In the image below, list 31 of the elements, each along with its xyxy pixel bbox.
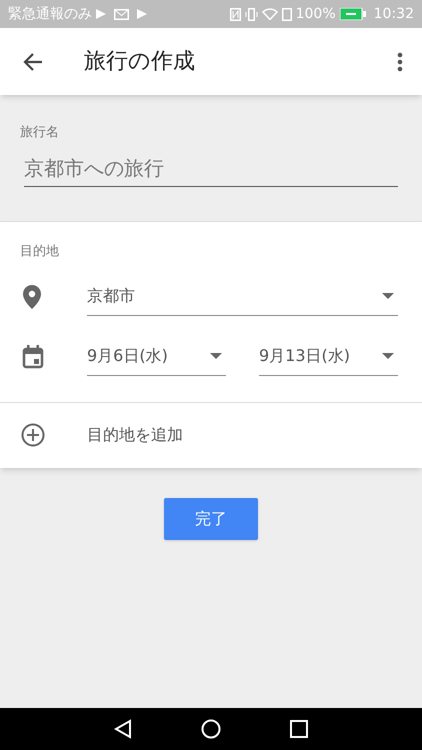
sim-icon: [282, 8, 292, 20]
dropdown-caret-icon: [382, 353, 394, 359]
trip-name-label: 旅行名: [20, 124, 60, 142]
dropdown-caret-icon: [210, 353, 222, 359]
flag-icon: [96, 9, 106, 19]
dropdown-caret-icon: [382, 293, 394, 299]
trip-name-field[interactable]: 京都市への旅行: [24, 152, 398, 186]
page-title: 旅行の作成: [84, 48, 195, 76]
carrier-text: 緊急通報のみ: [8, 4, 92, 24]
start-date-dropdown[interactable]: 9月6日(水): [87, 338, 226, 376]
add-circle-icon: [21, 423, 45, 447]
destination-dropdown[interactable]: 京都市: [87, 278, 398, 316]
vibrate-icon: [244, 8, 258, 20]
back-nav-icon[interactable]: [114, 719, 132, 739]
destination-label: 目的地: [19, 243, 60, 261]
mail-icon: [114, 8, 129, 20]
clock-text: 10:32: [374, 4, 414, 24]
nfc-icon: [230, 8, 241, 20]
battery-icon: [340, 8, 366, 20]
wifi-icon: [262, 8, 278, 20]
calendar-icon: [22, 344, 44, 368]
done-button[interactable]: 完了: [164, 498, 258, 540]
home-nav-icon[interactable]: [200, 719, 221, 739]
back-arrow-icon: [23, 52, 43, 72]
battery-percent: 100%: [296, 4, 336, 24]
flag-icon: [137, 9, 147, 19]
end-date-dropdown[interactable]: 9月13日(水): [259, 338, 398, 376]
location-pin-icon: [22, 284, 42, 308]
add-destination-button[interactable]: 目的地を追加: [0, 402, 422, 468]
recents-nav-icon[interactable]: [290, 720, 308, 738]
more-vert-icon: [397, 52, 403, 72]
